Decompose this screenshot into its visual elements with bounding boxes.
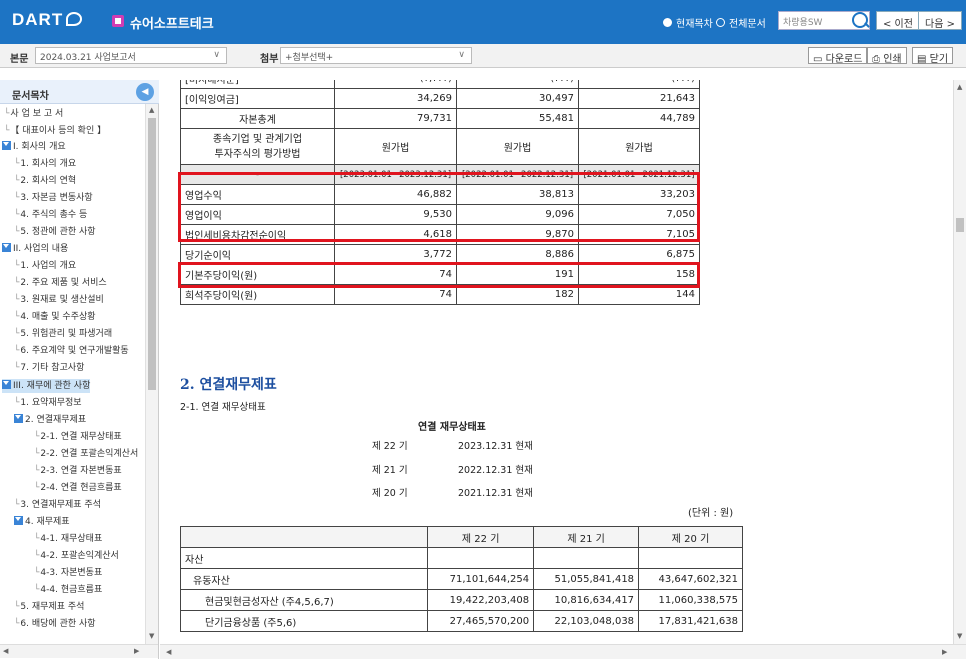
toc-item[interactable]: └4-4. 현금흐름표	[34, 583, 102, 597]
toc-header: 문서목차 ◀	[0, 80, 159, 104]
attach-label: 첨부	[260, 54, 279, 65]
table-row: 현금및현금성자산 (주4,5,6,7) 19,422,203,408 10,81…	[179, 589, 743, 611]
table-row: 유동자산 71,101,644,254 51,055,841,418 43,64…	[179, 568, 743, 590]
chevron-down-icon: ∨	[458, 50, 465, 60]
toc-item[interactable]: └1. 사업의 개요	[14, 259, 76, 273]
scroll-down-icon[interactable]: ▼	[149, 632, 154, 640]
collapse-left-icon[interactable]: ◀	[136, 83, 154, 101]
toc-item[interactable]: └3. 연결재무제표 주석	[14, 498, 101, 512]
doc-label: 본문	[10, 54, 29, 65]
table-row: [이익잉여금] 34,269 30,497 21,643	[179, 88, 700, 109]
toc-item[interactable]: └1. 요약재무정보	[14, 396, 82, 410]
balance-sheet-table: 제 22 기 제 21 기 제 20 기 자산 유동자산 71,101,644,…	[179, 526, 743, 632]
toc-item[interactable]: └2-4. 연결 현금흐름표	[34, 481, 122, 495]
toc-item[interactable]: └5. 위험관리 및 파생거래	[14, 327, 112, 341]
scroll-thumb[interactable]	[956, 218, 964, 232]
toc-item[interactable]: └6. 주요계약 및 연구개발활동	[14, 344, 129, 358]
toc-item[interactable]: └7. 기타 참고사항	[14, 361, 84, 375]
table-row: [비지배지분] (?,???) (???) (???)	[179, 80, 700, 89]
toc-item[interactable]: └3. 자본금 변동사항	[14, 191, 93, 205]
attach-select[interactable]: +첨부선택+ ∨	[280, 47, 472, 64]
scroll-up-icon[interactable]: ▲	[957, 83, 962, 91]
scroll-thumb[interactable]	[148, 118, 156, 390]
table-row: 자산	[179, 547, 743, 569]
toc-item[interactable]: └1. 회사의 개요	[14, 157, 76, 171]
table-row: 단기금융상품 (주5,6) 27,465,570,200 22,103,048,…	[179, 610, 743, 632]
close-button[interactable]: ▤ 닫기	[912, 47, 954, 65]
prev-button[interactable]: < 이전	[876, 11, 920, 30]
scroll-right-icon[interactable]: ▶	[134, 647, 139, 655]
toc-item[interactable]: └2. 주요 제품 및 서비스	[14, 276, 107, 290]
radio-all-docs[interactable]: 전체문서	[716, 15, 766, 30]
document-toolbar: 본문 2024.03.21 사업보고서 ∨ 첨부 +첨부선택+ ∨ ▭ 다운로드 ⎙…	[0, 44, 966, 68]
toc-item[interactable]: 4. 재무제표	[14, 515, 70, 529]
highlight-box-revenue	[178, 172, 700, 242]
unit-label: (단위 : 원)	[688, 508, 734, 519]
table-row: 종속기업 및 관계기업 투자주식의 평가방법 원가법 원가법 원가법	[179, 128, 700, 165]
chevron-down-icon: ∨	[213, 50, 220, 60]
toc-sidebar: 문서목차 ◀ └사 업 보 고 서 └【 대표이사 등의 확인 】 I. 회사의…	[0, 80, 159, 659]
next-button[interactable]: 다음 >	[918, 11, 962, 30]
toc-tree: └사 업 보 고 서 └【 대표이사 등의 확인 】 I. 회사의 개요 └1.…	[0, 104, 145, 644]
expand-toggle-icon[interactable]	[14, 414, 23, 423]
document-content: [비지배지분] (?,???) (???) (???) [이익잉여금] 34,2…	[160, 80, 953, 644]
toc-item[interactable]: └4-1. 재무상태표	[34, 532, 102, 546]
close-icon: ▤	[917, 54, 927, 65]
expand-toggle-icon[interactable]	[14, 516, 23, 525]
company-name: 슈어소프트테크	[130, 17, 214, 32]
table-header-row: 제 22 기 제 21 기 제 20 기	[179, 526, 743, 548]
top-bar: DART 슈어소프트테크 현재목차 전체문서 차량용SW < 이전 다음 >	[0, 0, 966, 44]
print-icon: ⎙	[872, 54, 880, 65]
radio-on-icon	[663, 18, 672, 27]
radio-off-icon	[716, 18, 725, 27]
toc-item[interactable]: └사 업 보 고 서	[4, 107, 63, 121]
toc-item[interactable]: └5. 재무제표 주석	[14, 600, 84, 614]
toc-item[interactable]: 2. 연결재무제표	[14, 413, 86, 427]
print-button[interactable]: ⎙ 인쇄	[867, 47, 907, 65]
toc-vertical-scrollbar[interactable]: ▲ ▼	[145, 104, 158, 644]
scroll-down-icon[interactable]: ▼	[957, 632, 962, 640]
download-icon: ▭	[813, 54, 823, 65]
toc-item[interactable]: └4. 매출 및 수주상황	[14, 310, 96, 324]
scroll-left-icon[interactable]: ◀	[166, 648, 171, 656]
dart-logo[interactable]: DART	[12, 10, 83, 30]
toc-item[interactable]: II. 사업의 내용	[2, 242, 68, 256]
toc-item[interactable]: └2-3. 연결 자본변동표	[34, 464, 122, 478]
toc-item[interactable]: └5. 정관에 관한 사항	[14, 225, 96, 239]
section-title: 2. 연결재무제표	[180, 377, 277, 393]
toc-item[interactable]: └4-2. 포괄손익계산서	[34, 549, 119, 563]
toc-item[interactable]: └6. 배당에 관한 사항	[14, 617, 96, 631]
scroll-up-icon[interactable]: ▲	[149, 106, 154, 114]
toc-item[interactable]: └4-3. 자본변동표	[34, 566, 102, 580]
expand-toggle-icon[interactable]	[2, 141, 11, 150]
toc-item[interactable]: └4. 주식의 총수 등	[14, 208, 87, 222]
statement-title: 연결 재무상태표	[418, 422, 486, 433]
toc-title: 문서목차	[12, 91, 49, 102]
radio-current-toc[interactable]: 현재목차	[663, 15, 713, 30]
table-row: 자본총계 79,731 55,481 44,789	[179, 108, 700, 129]
toc-item-selected[interactable]: III. 재무에 관한 사항	[2, 379, 91, 393]
toc-item[interactable]: └【 대표이사 등의 확인 】	[4, 124, 106, 138]
section-subtitle: 2-1. 연결 재무상태표	[180, 402, 266, 413]
toc-item[interactable]: I. 회사의 개요	[2, 140, 66, 154]
toc-item[interactable]: └3. 원재료 및 생산설비	[14, 293, 104, 307]
scroll-right-icon[interactable]: ▶	[942, 648, 947, 656]
content-horizontal-scrollbar[interactable]: ◀ ▶	[160, 644, 966, 659]
toc-item[interactable]: └2-2. 연결 포괄손익계산서	[34, 447, 138, 461]
content-vertical-scrollbar[interactable]: ▲ ▼	[953, 80, 966, 644]
toc-item[interactable]: └2-1. 연결 재무상태표	[34, 430, 122, 444]
expand-toggle-icon[interactable]	[2, 380, 11, 389]
doc-select[interactable]: 2024.03.21 사업보고서 ∨	[35, 47, 227, 64]
expand-toggle-icon[interactable]	[2, 243, 11, 252]
search-icon[interactable]	[852, 12, 868, 28]
download-button[interactable]: ▭ 다운로드	[808, 47, 868, 65]
highlight-box-net-income	[178, 262, 700, 288]
scroll-left-icon[interactable]: ◀	[3, 647, 8, 655]
company-icon	[112, 15, 124, 27]
toc-horizontal-scrollbar[interactable]: ◀ ▶	[0, 644, 158, 658]
toc-item[interactable]: └2. 회사의 연혁	[14, 174, 76, 188]
